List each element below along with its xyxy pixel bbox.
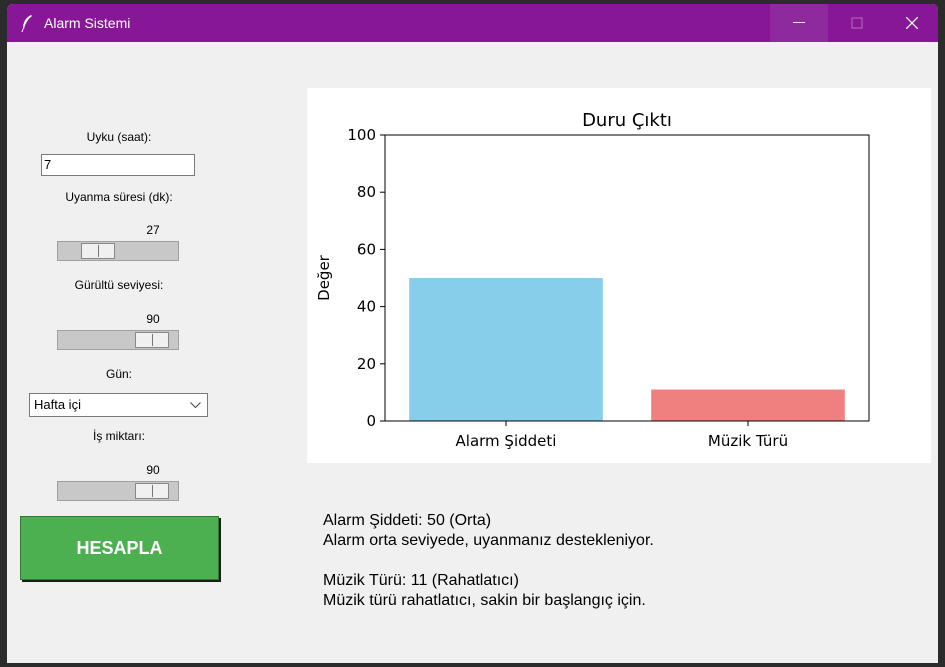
window-title: Alarm Sistemi	[44, 15, 131, 31]
sleep-hours-input[interactable]: 7	[41, 154, 195, 176]
minimize-button[interactable]	[770, 4, 828, 42]
y-tick-label: 80	[357, 183, 376, 201]
app-window: Alarm Sistemi Uyku (saat): 7 Uyanma süre…	[7, 4, 938, 663]
alarm-intensity-result: Alarm Şiddeti: 50 (Orta)	[323, 512, 492, 529]
x-tick-label: Müzik Türü	[708, 432, 788, 450]
day-label: Gün:	[105, 367, 132, 381]
noise-level-slider[interactable]	[57, 330, 179, 350]
maximize-button[interactable]	[828, 4, 886, 42]
music-type-description: Müzik türü rahatlatıcı, sakin bir başlan…	[323, 592, 646, 609]
y-tick-label: 100	[347, 126, 376, 144]
wake-duration-label: Uyanma süresi (dk):	[65, 190, 173, 204]
close-button[interactable]	[886, 4, 938, 42]
music-type-result: Müzik Türü: 11 (Rahatlatıcı)	[323, 572, 519, 589]
slider-thumb[interactable]	[135, 332, 169, 348]
work-amount-label: İş miktarı:	[92, 429, 145, 443]
work-amount-value: 90	[146, 463, 160, 477]
day-select[interactable]: Hafta içi	[29, 393, 208, 417]
wake-duration-slider[interactable]	[57, 241, 179, 261]
minimize-icon	[793, 22, 805, 23]
alarm-intensity-description: Alarm orta seviyede, uyanmanız desteklen…	[323, 532, 654, 549]
x-tick-label: Alarm Şiddeti	[456, 432, 557, 450]
calculate-button[interactable]: HESAPLA	[20, 516, 219, 580]
close-icon	[906, 17, 918, 29]
bar-chart: 0 20 40 60 80 100 Alarm Şiddeti Müzik Türü Duru …	[315, 110, 870, 450]
sleep-label: Uyku (saat):	[86, 130, 152, 144]
y-tick-label: 0	[366, 412, 376, 430]
chart-title: Duru Çıktı	[582, 110, 672, 131]
wake-duration-value: 27	[146, 223, 160, 237]
y-tick-label: 40	[357, 298, 376, 316]
bar-0	[409, 278, 603, 421]
y-tick-label: 60	[357, 240, 376, 258]
result-text: Alarm Şiddeti: 50 (Orta) Alarm orta sevi…	[323, 511, 654, 611]
result-chart: 0 20 40 60 80 100 Alarm Şiddeti Müzik Türü Duru …	[307, 88, 931, 463]
y-axis-label: Değer	[315, 254, 333, 301]
chevron-down-icon	[190, 402, 201, 409]
slider-thumb[interactable]	[135, 483, 169, 499]
title-bar[interactable]: Alarm Sistemi	[7, 4, 938, 42]
maximize-icon	[851, 17, 863, 29]
noise-level-value: 90	[146, 312, 160, 326]
y-tick-label: 20	[357, 355, 376, 373]
slider-thumb[interactable]	[81, 243, 115, 259]
noise-level-label: Gürültü seviyesi:	[74, 278, 164, 292]
work-amount-slider[interactable]	[57, 481, 179, 501]
bar-1	[651, 389, 845, 421]
day-select-value: Hafta içi	[34, 397, 81, 412]
feather-icon	[21, 15, 32, 32]
